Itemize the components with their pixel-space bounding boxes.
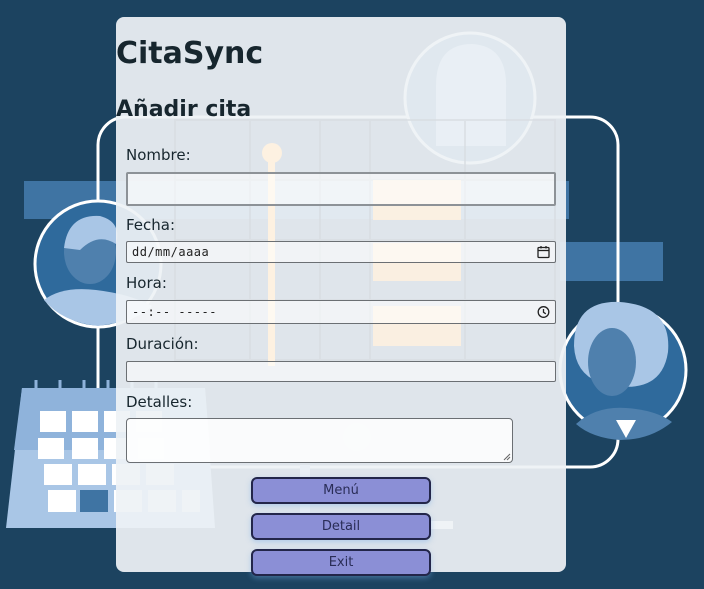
exit-button[interactable]: Exit bbox=[251, 549, 431, 576]
detalles-textarea[interactable] bbox=[126, 418, 513, 463]
duracion-input[interactable] bbox=[126, 361, 556, 382]
detalles-label: Detalles: bbox=[126, 393, 193, 411]
app-title: CitaSync bbox=[116, 36, 264, 71]
fecha-placeholder: dd/mm/aaaa bbox=[132, 245, 210, 259]
calendar-icon[interactable] bbox=[537, 246, 550, 259]
nombre-label: Nombre: bbox=[126, 146, 191, 164]
detail-button[interactable]: Detail bbox=[251, 513, 431, 540]
clock-icon[interactable] bbox=[537, 306, 550, 319]
menu-button[interactable]: Menú bbox=[251, 477, 431, 504]
nombre-input[interactable] bbox=[126, 172, 556, 206]
duracion-label: Duración: bbox=[126, 335, 199, 353]
form-title: Añadir cita bbox=[116, 97, 252, 122]
resize-handle-icon[interactable] bbox=[502, 452, 511, 461]
hora-placeholder: --:-- ----- bbox=[132, 305, 217, 319]
fecha-input[interactable]: dd/mm/aaaa bbox=[126, 241, 556, 263]
hora-label: Hora: bbox=[126, 274, 167, 292]
hora-input[interactable]: --:-- ----- bbox=[126, 300, 556, 324]
fecha-label: Fecha: bbox=[126, 216, 176, 234]
